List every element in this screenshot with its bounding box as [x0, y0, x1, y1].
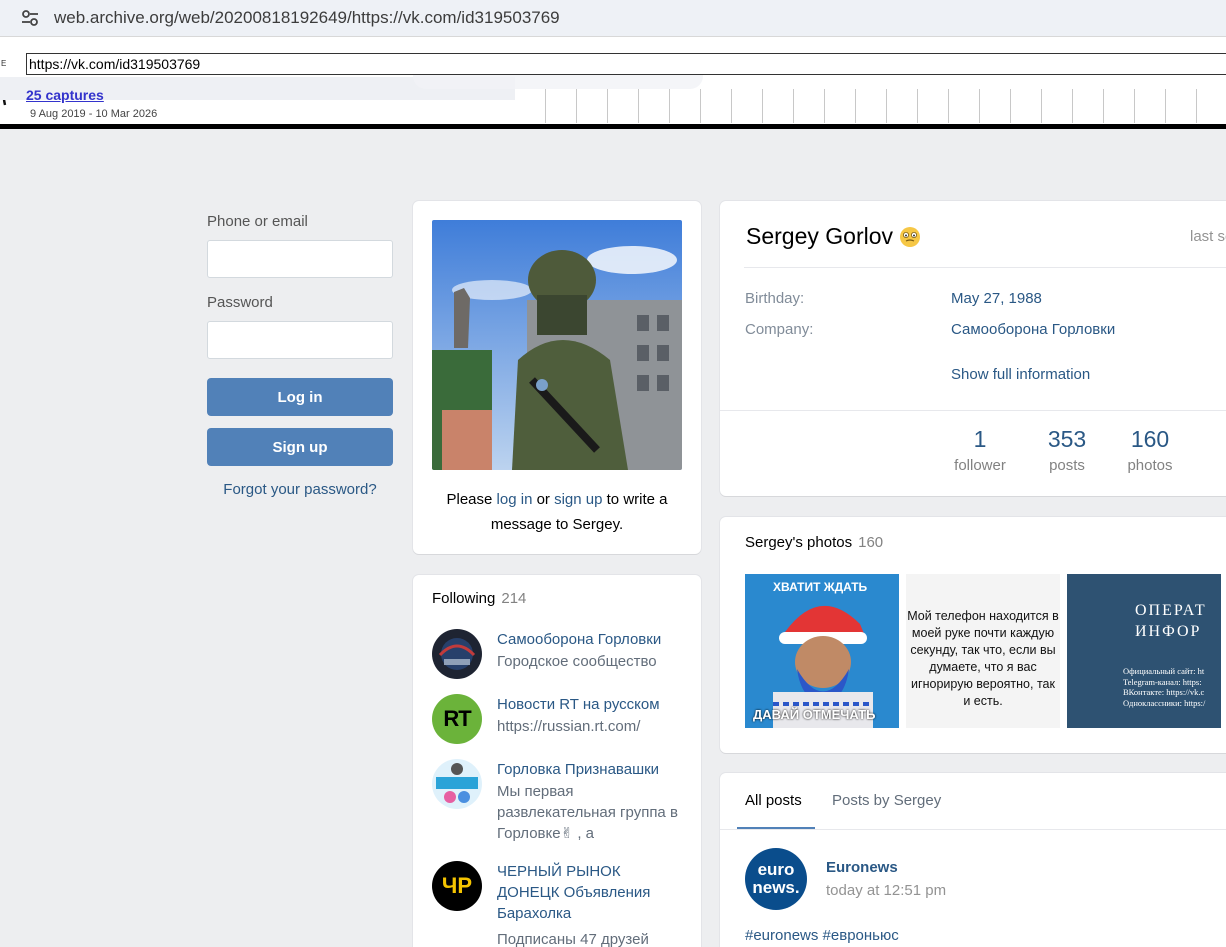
forgot-password-link[interactable]: Forgot your password? [207, 481, 393, 498]
counter-label: follower [954, 457, 1006, 474]
profile-card: Sergey Gorlov last seen Birthday: May 27… [720, 201, 1226, 496]
counter-num: 160 [1130, 426, 1170, 452]
birthday-label: Birthday: [745, 290, 805, 307]
write-message-prompt: Please log in or sign up to write a mess… [432, 487, 682, 537]
wayback-border [0, 124, 1226, 129]
euronews-logo-line1: euro [757, 860, 795, 879]
site-settings-icon[interactable] [20, 8, 40, 28]
emoji-icon [900, 226, 921, 247]
browser-address-bar: web.archive.org/web/20200818192649/https… [0, 0, 1226, 36]
following-item-name[interactable]: ЧЕРНЫЙ РЫНОК ДОНЕЦК Объявления Барахолка [497, 861, 687, 924]
show-full-info-link[interactable]: Show full information [951, 366, 1090, 383]
post-timestamp[interactable]: today at 12:51 pm [826, 882, 946, 899]
wayback-toolbar: E 25 captures 9 Aug 2019 - 10 Mar 2026 [0, 36, 1226, 124]
post-hashtags[interactable]: #euronews #евроньюс [745, 927, 899, 944]
msg-or: or [532, 491, 555, 508]
following-count: 214 [501, 590, 527, 607]
login-panel: Phone or email Password Log in Sign up F… [207, 213, 393, 498]
profile-name-text: Sergey Gorlov [746, 223, 894, 249]
capture-timeline[interactable] [515, 89, 1226, 123]
company-label: Company: [745, 321, 814, 338]
divider [720, 410, 1226, 411]
capture-date-range: 9 Aug 2019 - 10 Mar 2026 [30, 108, 158, 120]
photo3-title: ОПЕРАТ ИНФОР [1135, 602, 1207, 640]
avatar-card: Please log in or sign up to write a mess… [413, 201, 701, 554]
tab-posts-by-owner[interactable]: Posts by Sergey [832, 792, 941, 809]
password-label: Password [207, 294, 273, 311]
phone-email-input[interactable] [207, 240, 393, 278]
divider [720, 829, 1226, 830]
group-avatar[interactable]: ЧР [432, 861, 482, 911]
following-item-sub: Мы первая развлекательная группа в Горло… [497, 783, 678, 842]
post-author-avatar[interactable]: euro news. [745, 848, 807, 910]
photo1-top-text: ХВАТИТ ЖДАТЬ [773, 580, 868, 594]
photo3-lines: Официальный сайт: ht Telegram-канал: htt… [1123, 666, 1206, 708]
wayback-url-input[interactable] [26, 53, 1226, 75]
rt-logo[interactable]: RT [432, 694, 482, 744]
signup-button[interactable]: Sign up [207, 428, 393, 466]
photo1-bottom-text: ДАВАЙ ОТМЕЧАТЬ [753, 707, 876, 722]
divider [744, 267, 1226, 268]
following-title[interactable]: Following 214 [432, 590, 526, 607]
following-card: Following 214 Самооборона Горловки Городс… [413, 575, 701, 947]
counter-followers[interactable]: 1 follower [950, 426, 1010, 474]
rt-logo-text: RT [443, 706, 471, 731]
password-input[interactable] [207, 321, 393, 359]
following-item-name[interactable]: Новости RT на русском [497, 694, 687, 715]
photo-thumb[interactable]: ОПЕРАТ ИНФОР Официальный сайт: ht Telegr… [1067, 574, 1221, 728]
group-avatar[interactable] [432, 629, 482, 679]
group-badge-text: ЧР [441, 873, 473, 898]
captures-link[interactable]: 25 captures [26, 87, 104, 103]
msg-prefix: Please [446, 491, 497, 508]
photos-title[interactable]: Sergey's photos 160 [745, 534, 883, 551]
euronews-logo-line2: news. [752, 878, 800, 897]
counter-num: 353 [1047, 426, 1087, 452]
profile-name: Sergey Gorlov [746, 223, 921, 250]
following-item-sub: Городское сообщество [497, 653, 657, 670]
birthday-value[interactable]: May 27, 1988 [951, 290, 1042, 307]
login-button[interactable]: Log in [207, 378, 393, 416]
photo2-text: Мой телефон находится в моей руке почти … [907, 609, 1059, 708]
last-seen: last seen [1190, 228, 1226, 245]
signup-link[interactable]: sign up [554, 491, 602, 508]
counter-posts[interactable]: 353 posts [1042, 426, 1092, 474]
following-item-name[interactable]: Горловка Признавашки [497, 759, 687, 780]
following-item-name[interactable]: Самооборона Горловки [497, 629, 687, 650]
following-item-sub: Подписаны 47 друзей [497, 931, 649, 947]
login-link[interactable]: log in [497, 491, 533, 508]
company-value[interactable]: Самооборона Горловки [951, 321, 1115, 338]
phone-label: Phone or email [207, 213, 308, 230]
counter-num: 1 [973, 426, 987, 452]
tab-all-posts[interactable]: All posts [745, 792, 802, 809]
counter-label: posts [1049, 457, 1085, 474]
group-avatar[interactable] [432, 759, 482, 809]
photos-label: Sergey's photos [745, 534, 853, 551]
counter-label: photos [1127, 457, 1173, 474]
counter-photos[interactable]: 160 photos [1123, 426, 1177, 474]
posts-card: All posts Posts by Sergey euro news. Eur… [720, 773, 1226, 947]
photos-count: 160 [858, 534, 884, 551]
post-author-name[interactable]: Euronews [826, 859, 898, 876]
photo-thumb[interactable]: ХВАТИТ ЖДАТЬ ДАВАЙ ОТМЕЧАТЬ [745, 574, 899, 728]
photos-card: Sergey's photos 160 ХВАТИТ ЖДАТЬ ДАВАЙ ОТ… [720, 517, 1226, 753]
profile-avatar[interactable] [432, 220, 682, 470]
following-label: Following [432, 590, 496, 607]
address-url[interactable]: web.archive.org/web/20200818192649/https… [54, 8, 560, 28]
photo-thumb[interactable]: Мой телефон находится в моей руке почти … [906, 574, 1060, 728]
following-item-sub: https://russian.rt.com/ [497, 718, 641, 735]
